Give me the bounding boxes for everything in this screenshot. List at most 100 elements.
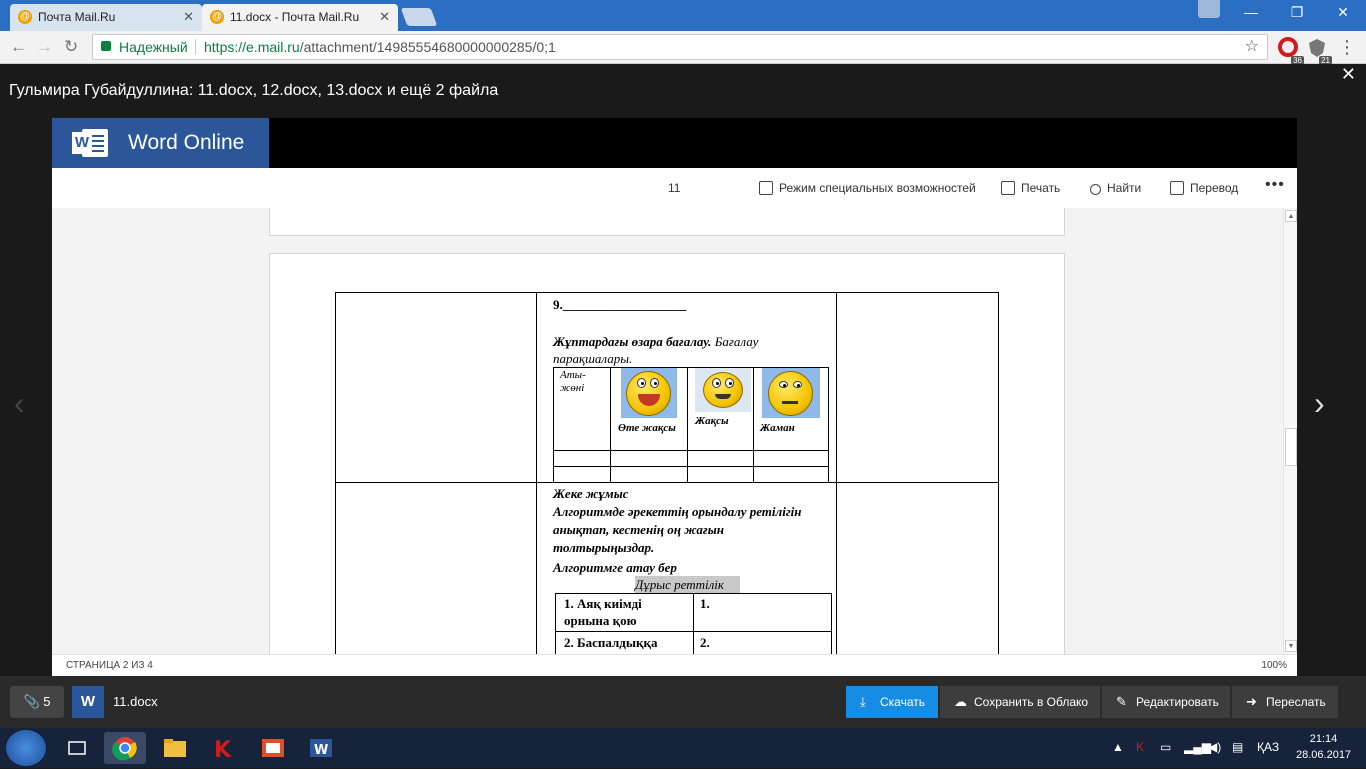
scroll-up-icon[interactable]: ▲ [1285,210,1297,222]
task-text: Алгоритмде әрекеттің орындалу ретілігін … [553,504,802,555]
attachment-title: Гульмира Губайдуллина: 11.docx, 12.docx,… [9,82,499,99]
translate-button[interactable]: Перевод [1170,181,1238,195]
restore-icon[interactable]: ❐ [1274,0,1320,24]
svg-text:W: W [314,743,328,758]
tab-mail-ru[interactable]: @ Почта Mail.Ru ✕ [10,4,202,31]
word-header: W Word Online [52,118,1297,168]
word-brand: W Word Online [52,118,269,168]
task-view-icon[interactable] [56,732,98,764]
minimize-icon[interactable]: — [1228,0,1274,24]
url-text: https://e.mail.ru/attachment/14985554680… [204,39,556,55]
file-explorer-icon[interactable] [154,732,196,764]
bookmark-star-icon[interactable]: ☆ [1245,35,1259,59]
forward-arrow-icon: ➜ [1246,694,1257,709]
date: 28.06.2017 [1296,749,1352,761]
task-title: Жеке жұмыс [553,486,629,501]
close-window-icon[interactable]: ✕ [1320,0,1366,24]
time: 21:14 [1309,733,1338,745]
new-tab-button[interactable] [400,8,438,26]
order-row-right: 1. [700,596,710,611]
download-icon: ⤓ [860,694,866,709]
divider [195,39,196,55]
reload-icon[interactable]: ↻ [64,37,78,57]
tab-11-docx[interactable]: @ 11.docx - Почта Mail.Ru ✕ [202,4,398,31]
word-brand-title: Word Online [128,131,245,154]
address-bar[interactable]: Надежный https://e.mail.ru/attachment/14… [92,34,1268,60]
forward-icon[interactable]: → [36,37,53,57]
volume-icon[interactable]: ◀) [1208,740,1221,754]
close-tab-icon[interactable]: ✕ [379,4,390,30]
word-online-viewer: W Word Online 11 Режим специальных возмо… [52,118,1297,676]
tab-label: 11.docx - Почта Mail.Ru [230,10,360,24]
edit-button[interactable]: ✎ Редактировать [1102,686,1230,718]
status-bar: СТРАНИЦА 2 ИЗ 4 100% [52,654,1297,676]
word-logo-icon: W [72,126,108,160]
chrome-taskbar-icon[interactable] [104,732,146,764]
clock[interactable]: 21:14 28.06.2017 [1296,731,1351,763]
opera-extension-icon[interactable]: 36 [1278,37,1304,65]
windows-taskbar: K W ▲ K ▭ ▂▄▆ ◀) ▤ ҚАЗ 21:14 28.06.2017 [0,728,1366,768]
page-indicator: СТРАНИЦА 2 ИЗ 4 [66,660,153,671]
word-taskbar-icon[interactable]: W [300,732,342,764]
kaspersky-tray-icon[interactable]: K [1136,740,1144,754]
save-to-cloud-button[interactable]: ☁ Сохранить в Облако [940,686,1100,718]
svg-text:K: K [214,738,232,763]
find-button[interactable]: Найти [1090,181,1141,195]
back-icon[interactable]: ← [10,37,27,57]
scroll-down-icon[interactable]: ▼ [1285,640,1297,652]
printer-icon [1001,181,1015,195]
attachment-header: Гульмира Губайдуллина: 11.docx, 12.docx,… [0,64,1366,118]
accessibility-mode-button[interactable]: Режим специальных возможностей [759,181,976,195]
notification-icon[interactable]: ▤ [1232,740,1243,754]
tab-label: Почта Mail.Ru [38,10,116,24]
item-number: 9.___________________ [553,297,687,312]
order-caption: Дұрыс реттілік [635,576,740,593]
download-button[interactable]: ⤓ Скачать [846,686,938,718]
print-button[interactable]: Печать [1001,181,1060,195]
document-canvas: 9.___________________ Жұптардағы өзара б… [52,208,1297,654]
shield-extension-icon[interactable]: 21 [1306,37,1332,65]
battery-icon[interactable]: ▭ [1160,740,1171,754]
translate-icon [1170,181,1184,195]
zoom-level[interactable]: 100% [1261,655,1287,677]
file-name: 11.docx [113,694,158,709]
close-viewer-icon[interactable]: ✕ [1341,64,1356,85]
tab-strip: @ Почта Mail.Ru ✕ @ 11.docx - Почта Mail… [0,0,1366,31]
order-row-left: 2. Баспалдыққа [564,635,658,650]
name-column-header: Аты-жөні [560,369,586,394]
document-name: 11 [668,181,681,195]
scroll-thumb[interactable] [1285,428,1297,466]
rating-bad-label: Жаман [760,422,795,434]
presentation-app-icon[interactable] [252,732,294,764]
word-file-icon: W [72,686,104,718]
language-indicator[interactable]: ҚАЗ [1257,740,1279,754]
vertical-scrollbar[interactable]: ▲ ▼ [1283,208,1297,654]
next-attachment-icon[interactable]: › [1314,385,1325,422]
browser-toolbar: ← → ↻ Надежный https://e.mail.ru/attachm… [0,31,1366,65]
attachments-count-button[interactable]: 📎 5 [10,686,64,718]
previous-attachment-icon[interactable]: ‹ [14,385,25,422]
secure-label: Надежный [119,39,188,55]
chrome-menu-icon[interactable]: ⋮ [1338,37,1356,58]
previous-page [269,208,1065,236]
cloud-icon: ☁ [954,694,967,709]
tray-expand-icon[interactable]: ▲ [1112,740,1124,754]
order-row-left: 1. Аяқ киімді орнына қою [564,596,642,628]
mail-ru-icon: @ [210,10,224,24]
forward-button[interactable]: ➜ Переслать [1232,686,1338,718]
bad-smiley-icon [762,368,820,418]
profile-icon[interactable] [1198,0,1220,18]
rating-good-label: Жақсы [695,415,729,427]
search-icon [1090,184,1101,195]
mail-ru-icon: @ [18,10,32,24]
rating-very-good-label: Өте жақсы [618,422,676,434]
lock-icon [101,41,111,51]
close-tab-icon[interactable]: ✕ [183,4,194,30]
command-bar: 11 Режим специальных возможностей Печать… [52,168,1297,208]
network-icon[interactable]: ▂▄▆ [1184,740,1211,754]
more-options-icon[interactable]: ••• [1265,176,1285,194]
start-button[interactable] [6,730,46,766]
very-good-smiley-icon [621,368,677,418]
accessibility-icon [759,181,773,195]
kaspersky-icon[interactable]: K [202,732,244,764]
